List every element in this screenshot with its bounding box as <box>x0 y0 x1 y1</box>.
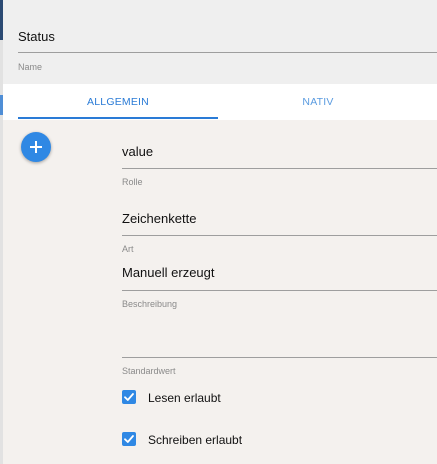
description-label: Beschreibung <box>122 299 178 309</box>
role-value[interactable]: value <box>122 144 153 159</box>
general-panel: value Rolle Zeichenkette Art Manuell erz… <box>3 120 437 464</box>
object-header: Status Name <box>3 0 437 84</box>
read-allowed-checkbox[interactable] <box>122 390 136 404</box>
write-allowed-checkbox-row[interactable]: Schreiben erlaubt <box>122 432 322 450</box>
role-field[interactable]: value <box>122 140 437 169</box>
read-allowed-label: Lesen erlaubt <box>148 391 221 405</box>
default-value-label: Standardwert <box>122 366 176 376</box>
tab-bar: ALLGEMEIN NATIV <box>3 84 437 120</box>
type-label: Art <box>122 244 134 254</box>
description-field[interactable]: Manuell erzeugt <box>122 260 437 291</box>
write-allowed-label: Schreiben erlaubt <box>148 433 243 447</box>
tab-nativ[interactable]: NATIV <box>218 84 418 119</box>
tab-allgemein[interactable]: ALLGEMEIN <box>18 84 218 119</box>
role-label: Rolle <box>122 177 143 187</box>
add-button[interactable] <box>21 132 51 162</box>
checkmark-icon <box>124 435 134 443</box>
default-value-field[interactable] <box>122 320 437 358</box>
write-allowed-checkbox[interactable] <box>122 432 136 446</box>
type-field[interactable]: Zeichenkette <box>122 204 437 236</box>
type-value[interactable]: Zeichenkette <box>122 211 196 226</box>
name-value[interactable]: Status <box>18 29 55 44</box>
read-allowed-checkbox-row[interactable]: Lesen erlaubt <box>122 390 322 408</box>
name-field[interactable]: Status <box>18 26 437 53</box>
description-value[interactable]: Manuell erzeugt <box>122 265 215 280</box>
name-label: Name <box>18 62 43 72</box>
checkmark-icon <box>124 393 134 401</box>
